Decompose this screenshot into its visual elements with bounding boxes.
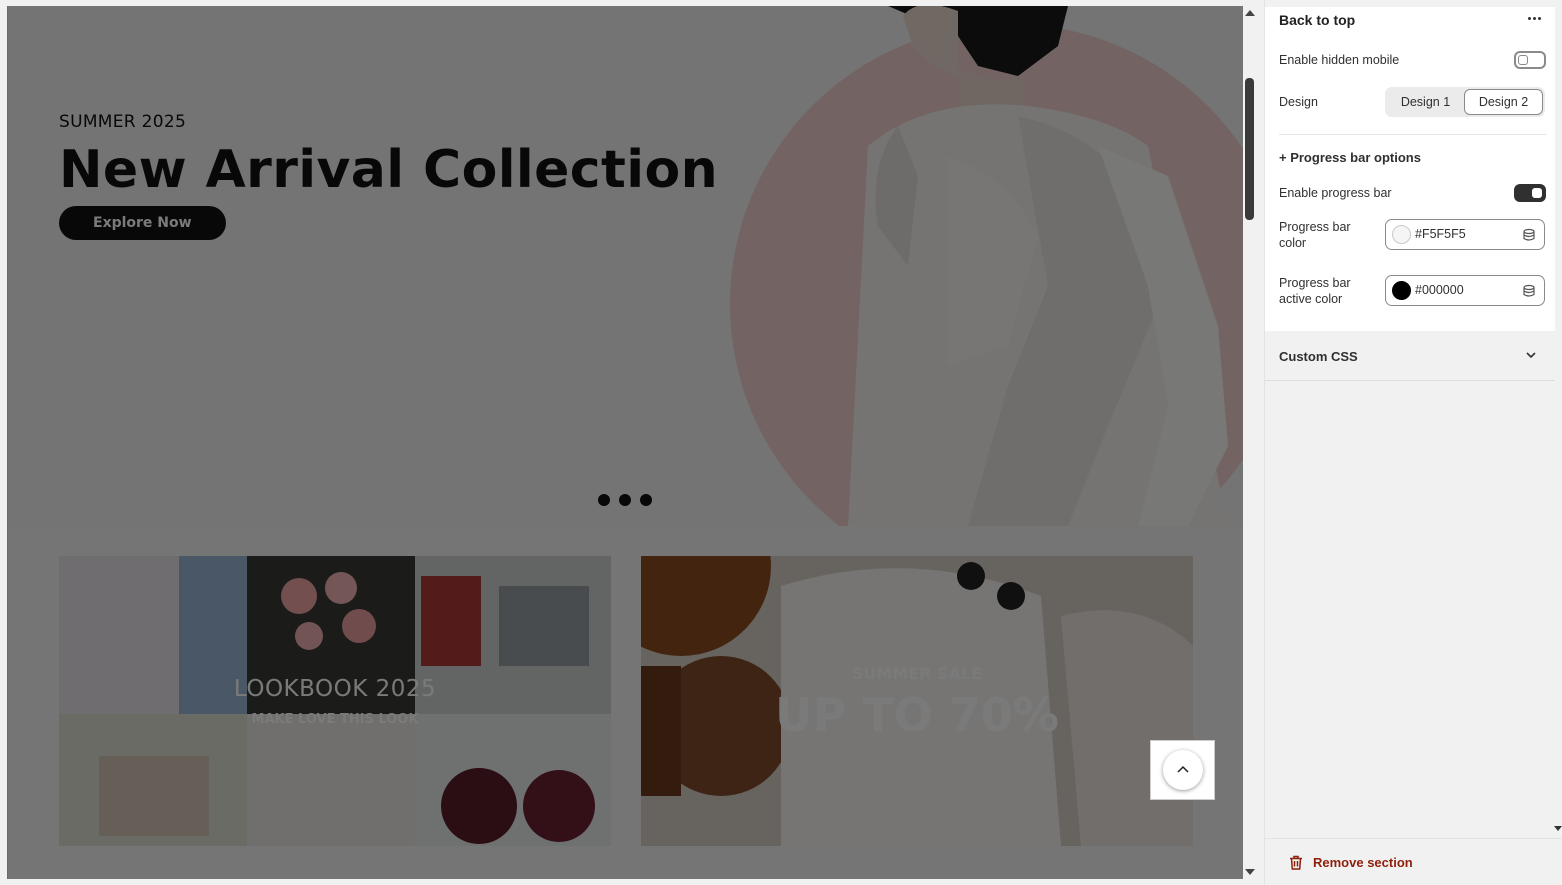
explore-now-button[interactable]: Explore Now [59, 206, 226, 240]
summer-sale-title: UP TO 70% [775, 688, 1059, 742]
chevron-up-icon [1177, 765, 1189, 773]
enable-hidden-mobile-label: Enable hidden mobile [1279, 53, 1400, 67]
progress-bar-active-color-field[interactable]: #000000 [1385, 275, 1545, 306]
scroll-down-arrow-icon[interactable] [1245, 869, 1255, 875]
progress-bar-active-color-label: Progress bar active color [1279, 276, 1351, 306]
color-swatch[interactable] [1392, 281, 1411, 300]
scrollbar-thumb[interactable] [1245, 78, 1254, 220]
hero-model-image [848, 6, 1228, 526]
back-to-top-highlight [1150, 740, 1215, 800]
remove-section-button[interactable]: Remove section [1289, 855, 1413, 870]
color-swatch[interactable] [1392, 225, 1411, 244]
hero-eyebrow: SUMMER 2025 [59, 112, 187, 132]
design-1-option[interactable]: Design 1 [1387, 89, 1464, 115]
panel-footer: Remove section [1265, 838, 1562, 885]
hero-title: New Arrival Collection [59, 140, 719, 200]
dynamic-source-icon[interactable] [1522, 228, 1536, 242]
summer-sale-subtitle: SUMMER SALE [851, 664, 983, 683]
remove-section-label: Remove section [1313, 855, 1413, 870]
custom-css-collapsible[interactable]: Custom CSS [1265, 333, 1555, 381]
section-title: Back to top [1279, 12, 1356, 28]
lookbook-subtitle: MAKE LOVE THIS LOOK [251, 712, 419, 727]
slide-dot[interactable] [640, 494, 652, 506]
divider [1279, 134, 1546, 135]
store-preview: SUMMER 2025 New Arrival Collection Explo… [7, 6, 1243, 879]
enable-hidden-mobile-toggle[interactable] [1514, 51, 1546, 69]
scroll-up-arrow-icon[interactable] [1245, 10, 1255, 16]
summer-sale-banner[interactable]: SUMMER SALE UP TO 70% [641, 556, 1193, 846]
settings-panel: Back to top Enable hidden mobile Design … [1264, 0, 1562, 885]
more-options-icon[interactable] [1528, 17, 1541, 20]
trash-icon [1290, 855, 1302, 870]
slide-dots [598, 494, 652, 506]
progress-bar-active-color-value[interactable]: #000000 [1415, 283, 1464, 297]
design-label: Design [1279, 95, 1318, 109]
progress-bar-color-value[interactable]: #F5F5F5 [1415, 227, 1466, 241]
design-segmented-control: Design 1 Design 2 [1385, 87, 1545, 117]
progress-bar-color-field[interactable]: #F5F5F5 [1385, 219, 1545, 250]
panel-scroll-down-icon[interactable] [1554, 826, 1562, 831]
preview-scrollbar[interactable] [1243, 6, 1257, 879]
dynamic-source-icon[interactable] [1522, 284, 1536, 298]
back-to-top-settings-card: Back to top Enable hidden mobile Design … [1265, 7, 1555, 331]
design-2-option[interactable]: Design 2 [1464, 89, 1543, 115]
hero-slideshow: SUMMER 2025 New Arrival Collection Explo… [8, 6, 1243, 526]
lookbook-title: LOOKBOOK 2025 [233, 676, 437, 702]
enable-progress-bar-toggle[interactable] [1514, 184, 1546, 202]
lookbook-banner[interactable]: LOOKBOOK 2025 MAKE LOVE THIS LOOK [59, 556, 611, 846]
chevron-down-icon [1526, 352, 1536, 359]
hero-text-block: SUMMER 2025 New Arrival Collection Explo… [59, 112, 718, 240]
progress-bar-options-heading[interactable]: + Progress bar options [1279, 150, 1421, 165]
back-to-top-button[interactable] [1163, 750, 1203, 790]
slide-dot[interactable] [619, 494, 631, 506]
enable-progress-bar-label: Enable progress bar [1279, 186, 1392, 200]
slide-dot[interactable] [598, 494, 610, 506]
custom-css-label: Custom CSS [1279, 349, 1358, 364]
progress-bar-color-label: Progress bar color [1279, 220, 1351, 250]
